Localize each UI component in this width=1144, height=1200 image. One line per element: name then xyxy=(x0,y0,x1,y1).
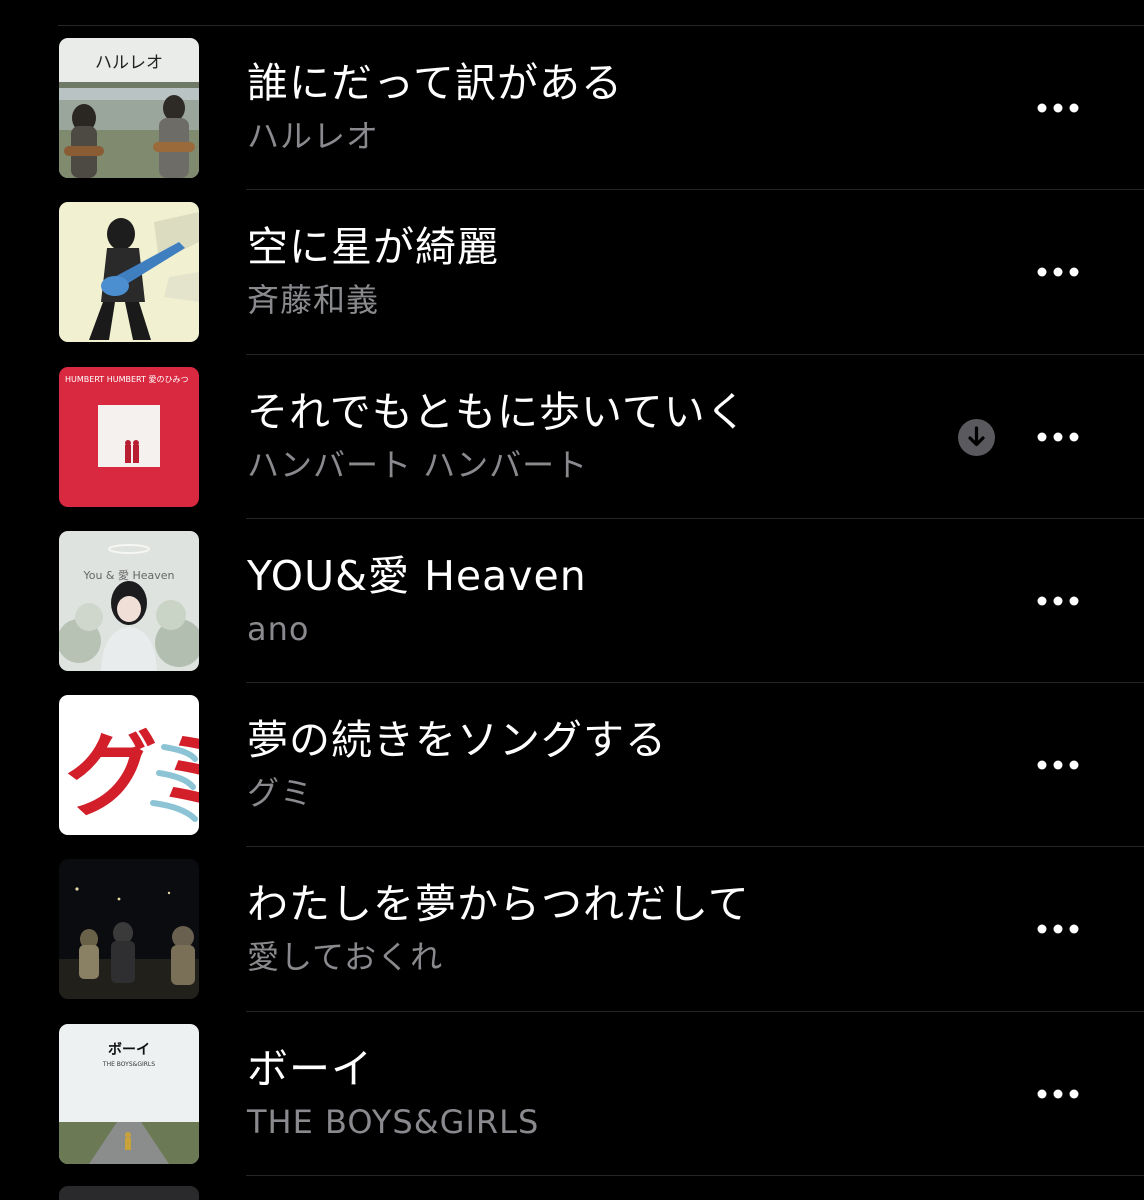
song-row[interactable]: グミ 夢の続きをソングする グミ xyxy=(0,683,1144,848)
song-title: ボーイ xyxy=(247,1044,373,1093)
song-artist: ano xyxy=(247,609,310,648)
album-art-sublabel: THE BOYS&GIRLS xyxy=(102,1061,155,1068)
song-title: YOU&愛 Heaven xyxy=(247,551,587,600)
song-artist: THE BOYS&GIRLS xyxy=(247,1102,540,1141)
song-row[interactable]: 空に星が綺麗 斉藤和義 xyxy=(0,190,1144,355)
album-art-label: ボーイ xyxy=(108,1042,150,1058)
song-artist: 愛しておくれ xyxy=(247,938,444,977)
album-artwork: HUMBERT HUMBERT 愛のひみつ xyxy=(59,366,199,507)
next-album-artwork-partial xyxy=(59,1186,199,1200)
album-artwork: ハルレオ xyxy=(59,38,199,178)
song-artist: ハンバート ハンバート xyxy=(247,445,589,484)
song-row[interactable]: わたしを夢からつれだして 愛しておくれ xyxy=(0,847,1144,1012)
album-artwork xyxy=(59,859,199,1000)
more-options-icon[interactable] xyxy=(1036,425,1080,449)
song-title: 空に星が綺麗 xyxy=(247,223,499,272)
album-art-label: ハルレオ xyxy=(95,53,163,73)
more-options-icon[interactable] xyxy=(1036,753,1080,777)
album-art-label: You & 愛 Heaven xyxy=(82,569,174,582)
download-arrow-icon[interactable] xyxy=(958,418,995,456)
more-options-icon[interactable] xyxy=(1036,1082,1080,1106)
song-artist: グミ xyxy=(247,774,314,813)
album-art-label: HUMBERT HUMBERT 愛のひみつ xyxy=(65,374,188,384)
song-artist: ハルレオ xyxy=(247,117,380,155)
song-title: 誰にだって訳がある xyxy=(247,59,623,107)
song-title: 夢の続きをソングする xyxy=(247,716,667,765)
song-row[interactable]: ボーイ THE BOYS&GIRLS ボーイ THE BOYS&GIRLS xyxy=(0,1012,1144,1177)
song-title: それでもともに歩いていく xyxy=(247,387,748,436)
album-art-label: グミ xyxy=(65,722,199,829)
row-separator xyxy=(246,1175,1144,1177)
song-row[interactable]: ハルレオ 誰にだって訳がある ハルレオ xyxy=(0,26,1144,191)
album-artwork: グミ xyxy=(59,695,199,836)
song-row[interactable]: You & 愛 Heaven YOU&愛 Heaven ano xyxy=(0,519,1144,684)
more-options-icon[interactable] xyxy=(1036,96,1080,120)
more-options-icon[interactable] xyxy=(1036,260,1080,284)
song-list: ハルレオ 誰にだって訳がある ハルレオ 空に星が綺麗 斉藤和義 HUMBERT … xyxy=(0,26,1144,1177)
song-artist: 斉藤和義 xyxy=(247,281,380,320)
more-options-icon[interactable] xyxy=(1036,589,1080,613)
song-title: わたしを夢からつれだして xyxy=(247,880,750,929)
song-row[interactable]: HUMBERT HUMBERT 愛のひみつ それでもともに歩いていく ハンバート… xyxy=(0,355,1144,519)
album-artwork: You & 愛 Heaven xyxy=(59,530,199,671)
album-artwork xyxy=(59,202,199,343)
album-artwork: ボーイ THE BOYS&GIRLS xyxy=(59,1023,199,1164)
more-options-icon[interactable] xyxy=(1036,917,1080,941)
